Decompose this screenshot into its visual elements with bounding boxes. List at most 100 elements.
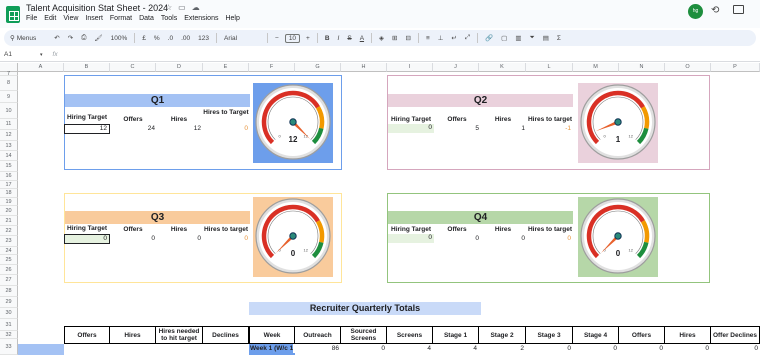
menu-view[interactable]: View: [63, 15, 78, 22]
weekly-value-cell[interactable]: 86: [295, 344, 339, 353]
q3-hires-value[interactable]: 0: [156, 235, 201, 242]
row-header-29[interactable]: 29: [0, 297, 18, 308]
row-header-18[interactable]: 18: [0, 189, 18, 198]
font-size-increase-button[interactable]: +: [302, 35, 314, 42]
row-header-15[interactable]: 15: [0, 161, 18, 172]
zoom-select[interactable]: 100%: [107, 35, 132, 42]
weekly-value-cell[interactable]: 0: [526, 344, 571, 353]
account-avatar[interactable]: hg: [688, 4, 703, 19]
borders-icon[interactable]: ⊞: [388, 34, 401, 42]
row-header-27[interactable]: 27: [0, 275, 18, 286]
font-size-decrease-button[interactable]: −: [271, 35, 283, 42]
column-header-k[interactable]: K: [479, 63, 526, 72]
insert-chart-icon[interactable]: ▥: [511, 34, 525, 42]
row-header-17[interactable]: 17: [0, 181, 18, 189]
column-header-e[interactable]: E: [203, 63, 249, 72]
number-format-button[interactable]: 123: [194, 35, 213, 42]
q3-hires-to-target-value[interactable]: 0: [203, 235, 248, 242]
menu-extensions[interactable]: Extensions: [184, 15, 218, 22]
column-header-a[interactable]: A: [18, 63, 64, 72]
row-header-31[interactable]: 31: [0, 319, 18, 331]
q3-gauge[interactable]: 0 120: [253, 197, 333, 277]
currency-format-button[interactable]: £: [138, 35, 150, 42]
sheets-logo-icon[interactable]: [6, 6, 20, 23]
q4-gauge[interactable]: 0 120: [578, 197, 658, 277]
q4-hires-value[interactable]: 0: [480, 235, 525, 242]
redo-icon[interactable]: ↷: [64, 34, 77, 42]
search-menus-button[interactable]: ⚲ Menus: [10, 34, 36, 43]
menu-tools[interactable]: Tools: [161, 15, 177, 22]
weekly-value-cell[interactable]: 0: [665, 344, 709, 353]
insert-comment-icon[interactable]: ▢: [497, 34, 511, 42]
q1-hires-to-target-value[interactable]: 0: [203, 125, 248, 132]
column-header-o[interactable]: O: [665, 63, 711, 72]
row-header-30[interactable]: 30: [0, 308, 18, 319]
column-header-i[interactable]: I: [387, 63, 433, 72]
weekly-value-cell[interactable]: 0: [711, 344, 758, 353]
font-size-input[interactable]: 10: [284, 33, 301, 43]
q3-offers-value[interactable]: 0: [110, 235, 155, 242]
q2-offers-value[interactable]: 5: [434, 125, 479, 132]
filter-views-icon[interactable]: ▤: [539, 34, 553, 42]
menu-insert[interactable]: Insert: [85, 15, 103, 22]
weekly-value-cell[interactable]: 4: [387, 344, 431, 353]
q2-gauge[interactable]: 0 121: [578, 83, 658, 163]
row-header-16[interactable]: 16: [0, 172, 18, 181]
q2-hires-value[interactable]: 1: [480, 125, 525, 132]
q2-hiring-target-value[interactable]: 0: [388, 124, 434, 133]
q4-offers-value[interactable]: 0: [434, 235, 479, 242]
row-header-14[interactable]: 14: [0, 151, 18, 161]
text-rotation-icon[interactable]: ⤢: [461, 34, 474, 42]
strikethrough-icon[interactable]: S: [343, 35, 355, 42]
percent-format-button[interactable]: %: [150, 35, 164, 42]
print-icon[interactable]: ⎙: [77, 34, 90, 42]
column-header-l[interactable]: L: [526, 63, 573, 72]
filter-icon[interactable]: ⏷: [525, 34, 538, 42]
paint-format-icon[interactable]: 🖌: [90, 34, 106, 42]
column-header-p[interactable]: P: [711, 63, 760, 72]
formula-input[interactable]: [64, 50, 760, 60]
weekly-value-cell[interactable]: 0: [619, 344, 663, 353]
increase-decimal-button[interactable]: .00: [177, 35, 194, 42]
row-header-33[interactable]: 33: [0, 339, 18, 355]
row-header-28[interactable]: 28: [0, 286, 18, 297]
row-header-26[interactable]: 26: [0, 265, 18, 275]
chevron-down-icon[interactable]: ▾: [40, 52, 43, 58]
menu-help[interactable]: Help: [225, 15, 239, 22]
menu-edit[interactable]: Edit: [44, 15, 56, 22]
menu-format[interactable]: Format: [110, 15, 132, 22]
star-icon[interactable]: ☆: [165, 3, 172, 12]
q1-gauge[interactable]: 0 1212: [253, 83, 333, 163]
row-header-21[interactable]: 21: [0, 216, 18, 226]
row-header-13[interactable]: 13: [0, 141, 18, 151]
row-header-24[interactable]: 24: [0, 247, 18, 255]
column-header-j[interactable]: J: [433, 63, 479, 72]
document-title[interactable]: Talent Acquisition Stat Sheet - 2024: [26, 3, 168, 13]
q3-hiring-target-value[interactable]: 0: [64, 234, 110, 244]
text-color-icon[interactable]: A: [356, 35, 368, 42]
row-header-10[interactable]: 10: [0, 103, 18, 119]
column-header-d[interactable]: D: [156, 63, 203, 72]
text-wrap-icon[interactable]: ↵: [447, 34, 460, 42]
column-header-c[interactable]: C: [110, 63, 156, 72]
row-header-32[interactable]: 32: [0, 331, 18, 339]
vertical-align-icon[interactable]: ⊥: [434, 34, 448, 42]
undo-icon[interactable]: ↶: [50, 34, 63, 42]
row-header-23[interactable]: 23: [0, 236, 18, 247]
weekly-value-cell[interactable]: 0: [573, 344, 617, 353]
italic-icon[interactable]: I: [334, 35, 344, 42]
q4-hires-to-target-value[interactable]: 0: [526, 235, 571, 242]
fill-color-icon[interactable]: ◈: [375, 34, 388, 42]
comments-icon[interactable]: [733, 5, 744, 14]
totals-row-label-cell[interactable]: [18, 344, 64, 355]
horizontal-align-icon[interactable]: ≡: [422, 35, 434, 42]
row-header-8[interactable]: 8: [0, 76, 18, 91]
insert-link-icon[interactable]: 🔗: [481, 34, 497, 42]
column-header-g[interactable]: G: [295, 63, 341, 72]
weekly-value-cell[interactable]: 0: [341, 344, 385, 353]
week-cell[interactable]: Week 1 (W/c 1s: [249, 344, 293, 353]
weekly-value-cell[interactable]: 4: [433, 344, 477, 353]
column-header-m[interactable]: M: [573, 63, 619, 72]
functions-icon[interactable]: Σ: [553, 35, 565, 42]
column-header-h[interactable]: H: [341, 63, 387, 72]
